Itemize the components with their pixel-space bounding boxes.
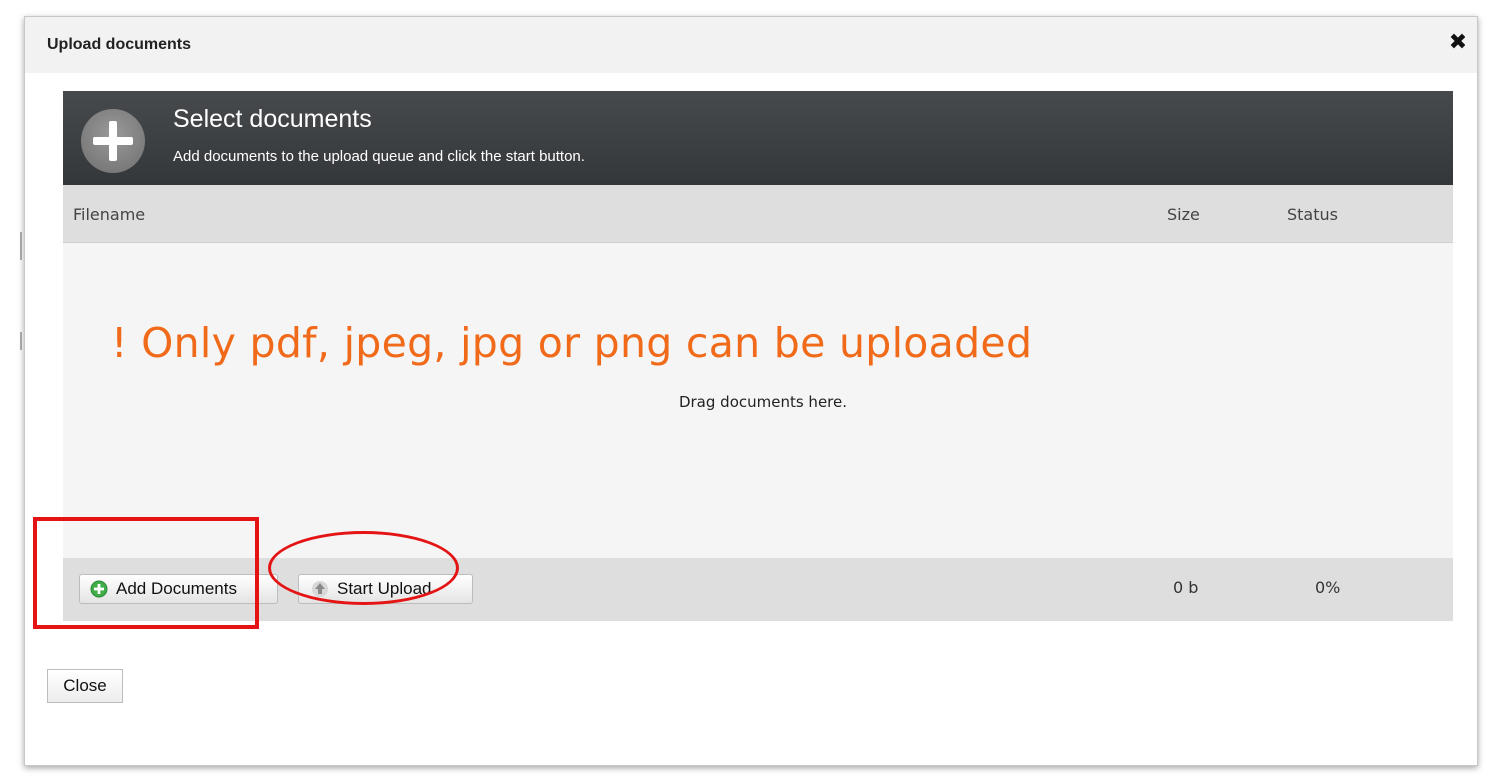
dialog-title: Upload documents [47,36,192,53]
upload-dialog: Upload documents ✖ Select documents Add … [24,16,1478,766]
close-button[interactable]: Close [47,669,123,703]
plus-circle-icon [81,109,145,173]
column-filename: Filename [73,205,146,224]
file-list-header: Filename Size Status [63,185,1453,243]
column-size: Size [1167,205,1200,224]
annotation-ellipse [268,531,459,605]
header-subtitle: Add documents to the upload queue and cl… [173,148,585,165]
uploader: Select documents Add documents to the up… [63,91,1453,621]
annotation-rectangle [33,517,259,629]
header-title: Select documents [173,105,372,133]
dialog-header: Upload documents ✖ [25,17,1477,73]
background-edge [20,232,22,260]
drop-area[interactable]: ! Only pdf, jpeg, jpg or png can be uplo… [63,243,1453,558]
total-percent: 0% [1315,578,1341,597]
drag-hint: Drag documents here. [678,393,848,411]
close-x-icon[interactable]: ✖ [1445,29,1471,55]
page: Upload documents ✖ Select documents Add … [0,0,1490,779]
uploader-header: Select documents Add documents to the up… [63,91,1453,185]
file-type-note: ! Only pdf, jpeg, jpg or png can be uplo… [111,319,1033,367]
total-size: 0 b [1173,578,1199,597]
column-status: Status [1287,205,1338,224]
background-edge [20,332,22,350]
